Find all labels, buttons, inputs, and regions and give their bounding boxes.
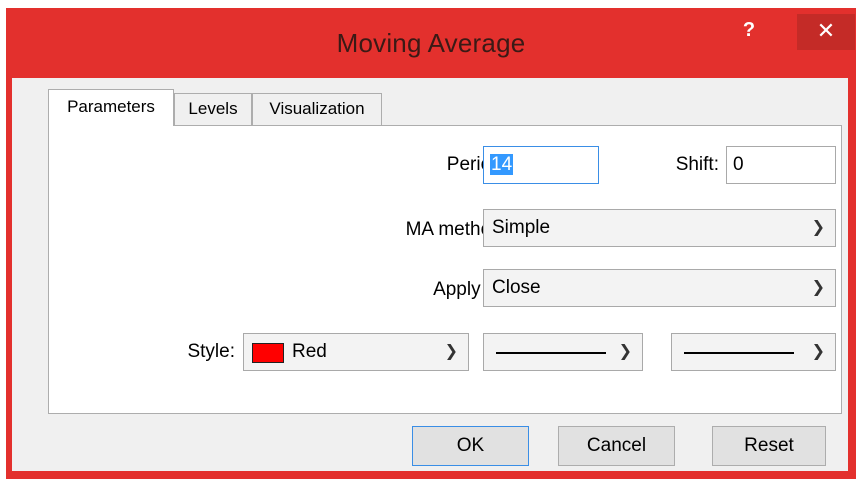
color-swatch xyxy=(252,343,284,363)
help-icon: ? xyxy=(742,19,756,41)
shift-input[interactable]: 0 xyxy=(726,146,836,184)
style-label: Style: xyxy=(187,341,235,362)
tab-visualization[interactable]: Visualization xyxy=(252,93,382,125)
chevron-down-icon: ❯ xyxy=(444,343,458,360)
chevron-down-icon: ❯ xyxy=(811,343,825,360)
help-button[interactable]: ? xyxy=(739,18,759,42)
period-value: 14 xyxy=(490,154,514,175)
close-button[interactable]: ✕ xyxy=(797,14,855,50)
cancel-button[interactable]: Cancel xyxy=(558,426,675,466)
style-color-name: Red xyxy=(292,341,327,362)
tab-parameters[interactable]: Parameters xyxy=(48,89,174,126)
chevron-down-icon: ❯ xyxy=(618,343,632,360)
period-input[interactable]: 14 xyxy=(483,146,599,184)
line-style-sample xyxy=(496,352,606,354)
line-width-select[interactable]: ❯ xyxy=(671,333,836,371)
parameters-panel: Period: 14 Shift: 0 MA method: Simple ❯ … xyxy=(48,125,842,414)
close-icon: ✕ xyxy=(816,18,836,43)
apply-to-select[interactable]: Close ❯ xyxy=(483,269,836,307)
dialog-title: Moving Average xyxy=(336,28,526,58)
shift-label: Shift: xyxy=(675,154,719,175)
style-color-select[interactable]: Red ❯ xyxy=(243,333,469,371)
title-bar[interactable]: Moving Average ? ✕ xyxy=(6,8,856,76)
ma-method-select[interactable]: Simple ❯ xyxy=(483,209,836,247)
line-style-select[interactable]: ❯ xyxy=(483,333,643,371)
dialog-client-area: Parameters Levels Visualization Period: … xyxy=(12,78,848,471)
chevron-down-icon: ❯ xyxy=(811,279,825,296)
tab-levels[interactable]: Levels xyxy=(174,93,252,125)
line-width-sample xyxy=(684,352,794,354)
ok-button[interactable]: OK xyxy=(412,426,529,466)
ma-method-value: Simple xyxy=(492,217,551,238)
apply-to-value: Close xyxy=(492,277,541,298)
reset-button[interactable]: Reset xyxy=(712,426,826,466)
moving-average-dialog: Moving Average ? ✕ Parameters Levels Vis… xyxy=(6,8,856,479)
chevron-down-icon: ❯ xyxy=(811,219,825,236)
